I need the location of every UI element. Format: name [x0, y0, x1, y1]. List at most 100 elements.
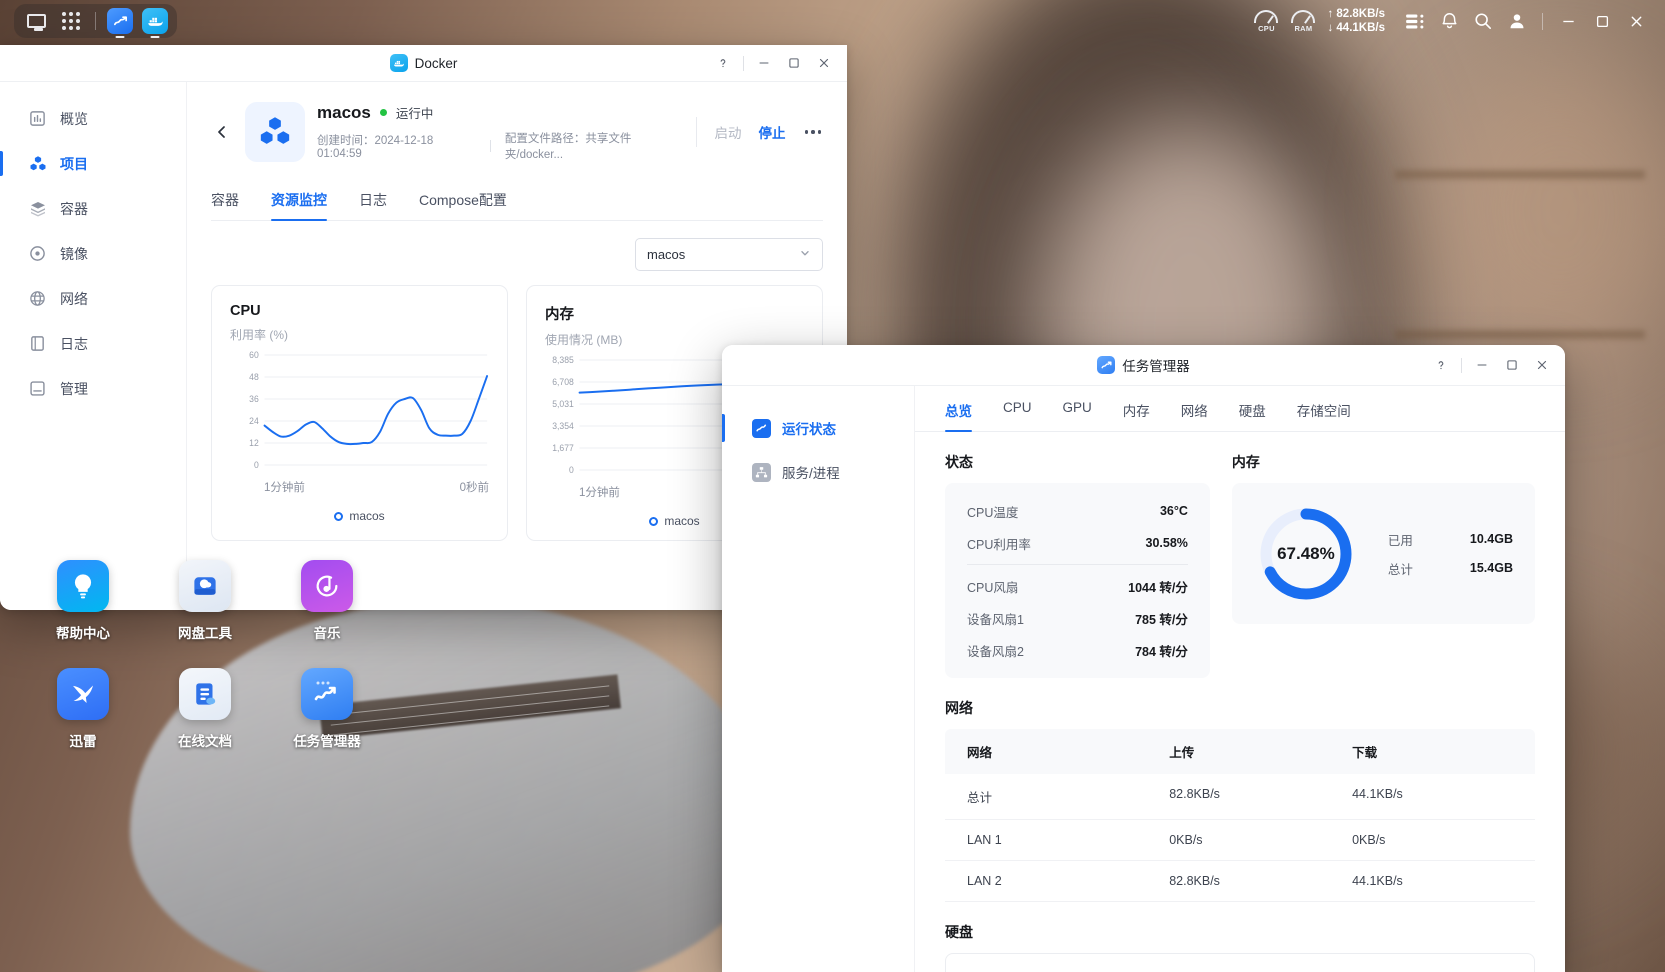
tab-storage[interactable]: 存储空间 — [1297, 386, 1351, 431]
download-rate: ↓ 44.1KB/s — [1327, 22, 1385, 34]
chevron-down-icon — [799, 247, 811, 262]
search-icon[interactable] — [1466, 4, 1500, 38]
monitor-icon[interactable] — [23, 8, 49, 34]
desktop-icon-cloud-disk[interactable]: 网盘工具 — [144, 560, 266, 642]
upload-rate: ↑ 82.8KB/s — [1327, 8, 1385, 20]
sidebar-item-service-process[interactable]: 服务/进程 — [722, 450, 914, 494]
more-options-icon[interactable] — [803, 130, 824, 134]
legend-label: macos — [349, 509, 385, 523]
sidebar-item-image[interactable]: 镜像 — [0, 231, 186, 276]
sidebar-item-project[interactable]: 项目 — [0, 141, 186, 186]
sidebar-item-container[interactable]: 容器 — [0, 186, 186, 231]
ram-gauge-label: RAM — [1294, 23, 1313, 33]
docker-minimize-button[interactable] — [749, 48, 779, 78]
tab-containers[interactable]: 容器 — [211, 190, 239, 220]
svg-text:60: 60 — [249, 350, 259, 360]
sidebar-item-running-status[interactable]: 运行状态 — [722, 406, 914, 450]
desktop-close-button[interactable] — [1619, 4, 1653, 38]
tab-memory[interactable]: 内存 — [1123, 386, 1150, 431]
memory-chart-title: 内存 — [545, 307, 574, 323]
memory-row-total: 总计 15.4GB — [1388, 554, 1513, 583]
back-chevron-icon[interactable] — [211, 121, 233, 143]
app-grid-icon[interactable] — [58, 8, 84, 34]
desktop-icon-grid: 帮助中心 网盘工具 音乐 迅雷 在线文档 任务管理器 — [22, 560, 388, 750]
desktop-icon-label: 网盘工具 — [178, 626, 232, 641]
tab-compose-config[interactable]: Compose配置 — [419, 190, 507, 220]
log-book-icon — [28, 334, 47, 353]
taskmgr-tabs: 总览 CPU GPU 内存 网络 硬盘 存储空间 — [915, 386, 1565, 432]
cpu-gauge: CPU — [1253, 9, 1279, 33]
tab-cpu[interactable]: CPU — [1003, 386, 1032, 431]
docker-close-button[interactable] — [809, 48, 839, 78]
taskmgr-main-content: 总览 CPU GPU 内存 网络 硬盘 存储空间 状态 CPU温度 36°C C… — [915, 386, 1565, 972]
sidebar-item-label: 项目 — [60, 155, 88, 172]
taskmgr-window-controls — [1426, 350, 1565, 380]
desktop-icon-thunder[interactable]: 迅雷 — [22, 668, 144, 750]
sidebar-item-label: 容器 — [60, 200, 88, 217]
stop-button[interactable]: 停止 — [759, 122, 786, 142]
task-manager-window[interactable]: 任务管理器 运行状态 服务/进程 总览 CPU GPU 内存 网络 硬盘 存储空… — [722, 345, 1565, 972]
desktop-icon-music[interactable]: 音乐 — [266, 560, 388, 642]
bell-icon[interactable] — [1432, 4, 1466, 38]
wallpaper-shape — [1430, 60, 1665, 360]
cpu-chart-card: CPU 利用率 (%) 0 12 24 36 48 60 1分钟前 0秒前 macos — [211, 285, 508, 541]
taskmgr-scroll-area[interactable]: 状态 CPU温度 36°C CPU利用率 30.58% CPU风扇 1044 转… — [915, 432, 1565, 972]
docker-app-tile[interactable] — [142, 8, 168, 34]
user-icon[interactable] — [1500, 4, 1534, 38]
overview-top-row: 状态 CPU温度 36°C CPU利用率 30.58% CPU风扇 1044 转… — [945, 432, 1535, 678]
svg-text:3,354: 3,354 — [552, 421, 574, 431]
lightbulb-icon — [57, 560, 109, 612]
running-status-icon — [752, 418, 771, 438]
status-dot-icon — [379, 109, 387, 116]
tab-logs[interactable]: 日志 — [359, 190, 387, 220]
svg-text:48: 48 — [249, 372, 259, 382]
desktop-minimize-button[interactable] — [1551, 4, 1585, 38]
svg-text:12: 12 — [249, 438, 259, 448]
tab-resource-monitor[interactable]: 资源监控 — [271, 190, 327, 221]
sidebar-item-overview[interactable]: 概览 — [0, 96, 186, 141]
taskmgr-minimize-button[interactable] — [1467, 350, 1497, 380]
cpu-gauge-label: CPU — [1258, 23, 1275, 33]
docker-tabs: 容器 资源监控 日志 Compose配置 — [211, 190, 823, 221]
container-box-icon — [28, 199, 47, 218]
row-key: 设备风扇2 — [967, 644, 1024, 659]
desktop-icon-online-doc[interactable]: 在线文档 — [144, 668, 266, 750]
tab-disk[interactable]: 硬盘 — [1239, 386, 1266, 431]
docker-help-button[interactable] — [708, 48, 738, 78]
created-time-meta: 创建时间：2024-12-18 01:04:59 — [317, 134, 434, 160]
taskmgr-maximize-button[interactable] — [1497, 350, 1527, 380]
container-select[interactable]: macos — [635, 238, 823, 271]
row-key: CPU风扇 — [967, 580, 1019, 595]
row-value: 1044 转/分 — [1128, 580, 1188, 595]
status-section: 状态 CPU温度 36°C CPU利用率 30.58% CPU风扇 1044 转… — [945, 432, 1210, 678]
sidebar-item-manage[interactable]: 管理 — [0, 366, 186, 411]
taskmgr-close-button[interactable] — [1527, 350, 1557, 380]
row-value: 15.4GB — [1469, 561, 1513, 575]
taskmgr-help-button[interactable] — [1426, 350, 1456, 380]
sidebar-item-network[interactable]: 网络 — [0, 276, 186, 321]
docker-maximize-button[interactable] — [779, 48, 809, 78]
row-value: 785 转/分 — [1135, 612, 1188, 627]
taskmanager-app-tile[interactable] — [107, 8, 133, 34]
desktop-icon-help-center[interactable]: 帮助中心 — [22, 560, 144, 642]
tab-network[interactable]: 网络 — [1181, 386, 1208, 431]
desktop-icon-label: 在线文档 — [178, 734, 232, 749]
sidebar-item-log[interactable]: 日志 — [0, 321, 186, 366]
desktop-maximize-button[interactable] — [1585, 4, 1619, 38]
page-title: macos — [317, 102, 371, 122]
taskmgr-window-title: 任务管理器 — [1122, 359, 1190, 374]
task-list-icon[interactable] — [1398, 4, 1432, 38]
memory-kv-list: 已用 10.4GB 总计 15.4GB — [1388, 525, 1513, 583]
docker-window[interactable]: Docker 概览 项目 容器 镜像 网络 日志 管理 macos 运行中 创建… — [0, 45, 847, 610]
table-row: LAN 1 0KB/s 0KB/s — [945, 820, 1535, 861]
cell-download: 44.1KB/s — [1352, 787, 1403, 801]
tab-gpu[interactable]: GPU — [1063, 386, 1092, 431]
control-divider — [1461, 357, 1462, 373]
project-cubes-icon — [28, 154, 47, 173]
container-select-value: macos — [647, 247, 686, 262]
desktop-icon-label: 迅雷 — [69, 734, 97, 749]
status-row-cpu-fan: CPU风扇 1044 转/分 — [967, 570, 1188, 602]
tab-overview[interactable]: 总览 — [945, 386, 972, 432]
desktop-icon-task-manager[interactable]: 任务管理器 — [266, 668, 388, 750]
start-button[interactable]: 启动 — [715, 122, 742, 142]
